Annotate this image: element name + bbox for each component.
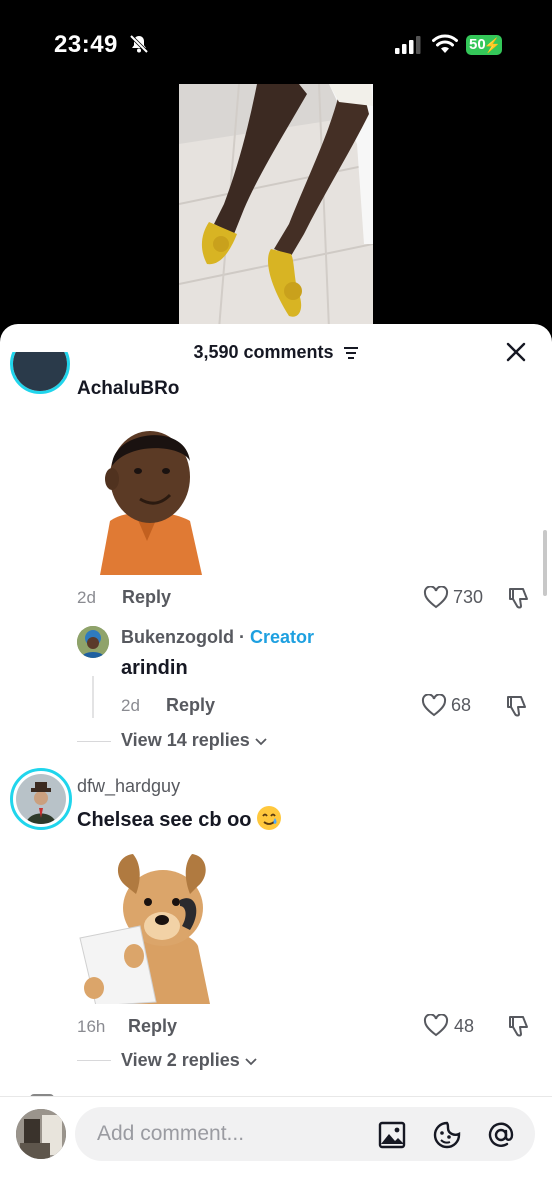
comment-input[interactable]: Add comment...: [75, 1107, 535, 1161]
like-count: 730: [453, 587, 484, 607]
chevron-down-icon: [245, 1058, 257, 1066]
comment-count: 3,590 comments: [193, 342, 334, 362]
heart-icon[interactable]: [423, 1014, 449, 1038]
creator-badge: Creator: [250, 627, 315, 647]
at-icon[interactable]: [486, 1120, 516, 1150]
tear-smile-emoji: [256, 806, 281, 830]
dislike-icon[interactable]: [506, 586, 530, 610]
signal-icon: [395, 36, 421, 54]
divider: [77, 1060, 111, 1061]
like-count: 68: [451, 695, 472, 715]
comment-age: 16h: [77, 1017, 106, 1036]
close-icon[interactable]: [506, 342, 526, 362]
wifi-icon: [432, 34, 458, 53]
thread-line: [92, 676, 94, 718]
clock: 23:49: [54, 31, 118, 58]
divider: [77, 741, 111, 742]
scrollbar[interactable]: [543, 530, 547, 596]
sticker-icon[interactable]: [432, 1120, 462, 1150]
reply-button[interactable]: Reply: [128, 1016, 177, 1037]
comment-username[interactable]: dfw_hardguy: [77, 776, 180, 797]
chevron-down-icon: [255, 738, 267, 746]
reply-button[interactable]: Reply: [122, 587, 171, 608]
battery-icon: 50 ⚡: [466, 35, 502, 55]
separator: ·: [234, 627, 250, 647]
image-icon[interactable]: [377, 1120, 407, 1150]
avatar[interactable]: [10, 768, 72, 830]
comment-composer: Add comment...: [0, 1096, 552, 1200]
reply-username[interactable]: Bukenzogold: [121, 627, 234, 647]
comment-sticker-image: [90, 411, 204, 575]
filter-icon[interactable]: [343, 346, 359, 360]
sheet-header: 3,590 comments: [0, 324, 552, 380]
heart-icon[interactable]: [421, 694, 447, 718]
view-replies-label: View 2 replies: [121, 1050, 240, 1070]
like-count: 48: [454, 1016, 475, 1036]
view-replies-label: View 14 replies: [121, 730, 250, 750]
view-replies-button[interactable]: View 2 replies: [121, 1050, 258, 1071]
reply-age: 2d: [121, 696, 140, 715]
avatar[interactable]: [77, 626, 109, 658]
reply-button[interactable]: Reply: [166, 695, 215, 716]
dislike-icon[interactable]: [504, 694, 528, 718]
bell-slash-icon: [129, 34, 149, 54]
dislike-icon[interactable]: [506, 1014, 530, 1038]
video-preview[interactable]: [179, 84, 373, 329]
comment-text: Chelsea see cb oo: [77, 809, 252, 831]
heart-icon[interactable]: [423, 586, 449, 610]
reply-text: arindin: [121, 657, 188, 679]
avatar[interactable]: [10, 352, 72, 400]
comment-username[interactable]: AchaluBRo: [77, 378, 179, 400]
view-replies-button[interactable]: View 14 replies: [121, 730, 268, 751]
avatar[interactable]: [16, 1109, 66, 1159]
comment-age: 2d: [77, 588, 96, 607]
status-bar: 23:49 50 ⚡: [0, 0, 552, 84]
comments-sheet: 3,590 comments AchaluBRo 2d Reply 730 Bu…: [0, 324, 552, 1200]
comment-input-placeholder: Add comment...: [97, 1122, 245, 1145]
comment-sticker-image: [78, 846, 226, 1007]
